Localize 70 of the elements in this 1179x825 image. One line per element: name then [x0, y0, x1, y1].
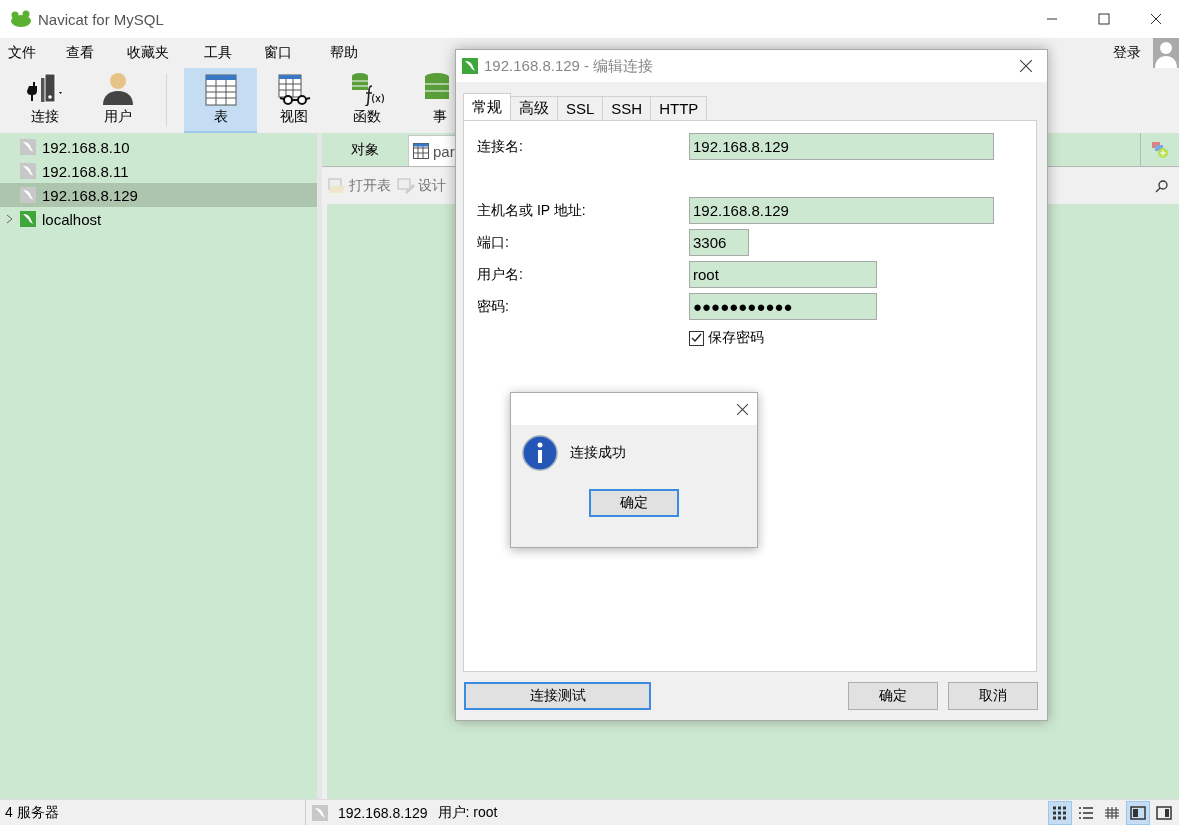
message-text: 连接成功 [570, 444, 626, 462]
status-user: 用户: root [437, 803, 498, 822]
app-logo-icon [10, 10, 32, 28]
input-field[interactable]: root [689, 261, 877, 288]
table-icon [413, 143, 429, 159]
toolbar-button[interactable]: 用户 [81, 68, 154, 133]
ok-button[interactable]: 确定 [589, 489, 679, 517]
dialog-button[interactable]: 确定 [848, 682, 938, 710]
toolbar-button[interactable]: 函数 [330, 68, 403, 133]
plug-server-icon [26, 72, 63, 106]
input-field[interactable]: 192.168.8.129 [689, 133, 994, 160]
field-label: 连接名: [477, 137, 524, 156]
connected-server-icon [462, 58, 478, 74]
view-mode-button[interactable] [1126, 800, 1150, 825]
database-function-icon [349, 72, 384, 106]
dialog-tab[interactable]: 常规 [463, 93, 511, 120]
menu-item[interactable]: 工具 [204, 44, 264, 62]
table-icon [204, 74, 237, 106]
panel-icon [1156, 805, 1172, 820]
field-label: 端口: [477, 233, 510, 252]
panel-icon [1130, 805, 1146, 820]
field-label: 主机名或 IP 地址: [477, 201, 587, 220]
menu-item[interactable]: 查看 [66, 44, 127, 62]
input-field[interactable]: 3306 [689, 229, 749, 256]
menu-item[interactable]: 窗口 [264, 44, 330, 62]
expand-icon[interactable] [6, 214, 14, 224]
field-label: 密码: [477, 297, 510, 316]
server-icon [20, 163, 36, 179]
object-toolbar-button[interactable]: 设计 [397, 176, 446, 195]
folder-icon [328, 177, 346, 194]
server-item[interactable]: 192.168.8.129 [0, 183, 317, 207]
view-mode-button[interactable] [1048, 800, 1072, 825]
close-icon[interactable] [1019, 59, 1033, 73]
server-icon [20, 187, 36, 203]
dialog-button[interactable]: 取消 [948, 682, 1038, 710]
dialog-tab[interactable]: HTTP [650, 96, 708, 120]
connected-server-icon [20, 211, 36, 227]
object-toolbar-button[interactable]: 打开表 [328, 176, 391, 195]
toolbar-button[interactable]: 表 [184, 68, 257, 133]
window-title: Navicat for MySQL [38, 10, 165, 28]
menu-item[interactable]: 文件 [8, 44, 66, 62]
table-glasses-icon [276, 74, 311, 106]
toolbar-button[interactable]: 视图 [257, 68, 330, 133]
objects-tab[interactable]: 对象 [322, 140, 408, 159]
checkbox[interactable] [689, 330, 704, 346]
list-icon [1078, 805, 1094, 820]
dialog-title: 192.168.8.129 - 编辑连接 [484, 56, 655, 76]
input-field[interactable]: ●●●●●●●●●●● [689, 293, 877, 320]
grid-icon [1052, 805, 1068, 820]
close-icon[interactable] [736, 402, 749, 416]
menu-item[interactable]: 收藏夹 [127, 44, 204, 62]
dialog-button[interactable]: 连接测试 [464, 682, 651, 710]
menu-item[interactable]: 帮助 [330, 44, 390, 62]
info-icon [522, 435, 558, 471]
field-label: 用户名: [477, 265, 524, 284]
server-count: 4 服务器 [4, 803, 60, 822]
search-icon[interactable] [1155, 178, 1169, 193]
user-icon [100, 72, 135, 106]
table-grid-icon [1104, 805, 1120, 820]
status-host: 192.168.8.129 [338, 804, 428, 821]
server-item[interactable]: 192.168.8.11 [0, 159, 317, 183]
login-link[interactable]: 登录 [1113, 44, 1141, 62]
server-icon [312, 804, 328, 821]
pencil-icon [397, 177, 415, 194]
toolbar-button[interactable]: 连接 [8, 68, 81, 133]
server-item[interactable]: localhost [0, 207, 317, 231]
input-field[interactable]: 192.168.8.129 [689, 197, 994, 224]
server-icon [20, 139, 36, 155]
checkbox-label: 保存密码 [708, 329, 764, 347]
server-item[interactable]: 192.168.8.10 [0, 135, 317, 159]
